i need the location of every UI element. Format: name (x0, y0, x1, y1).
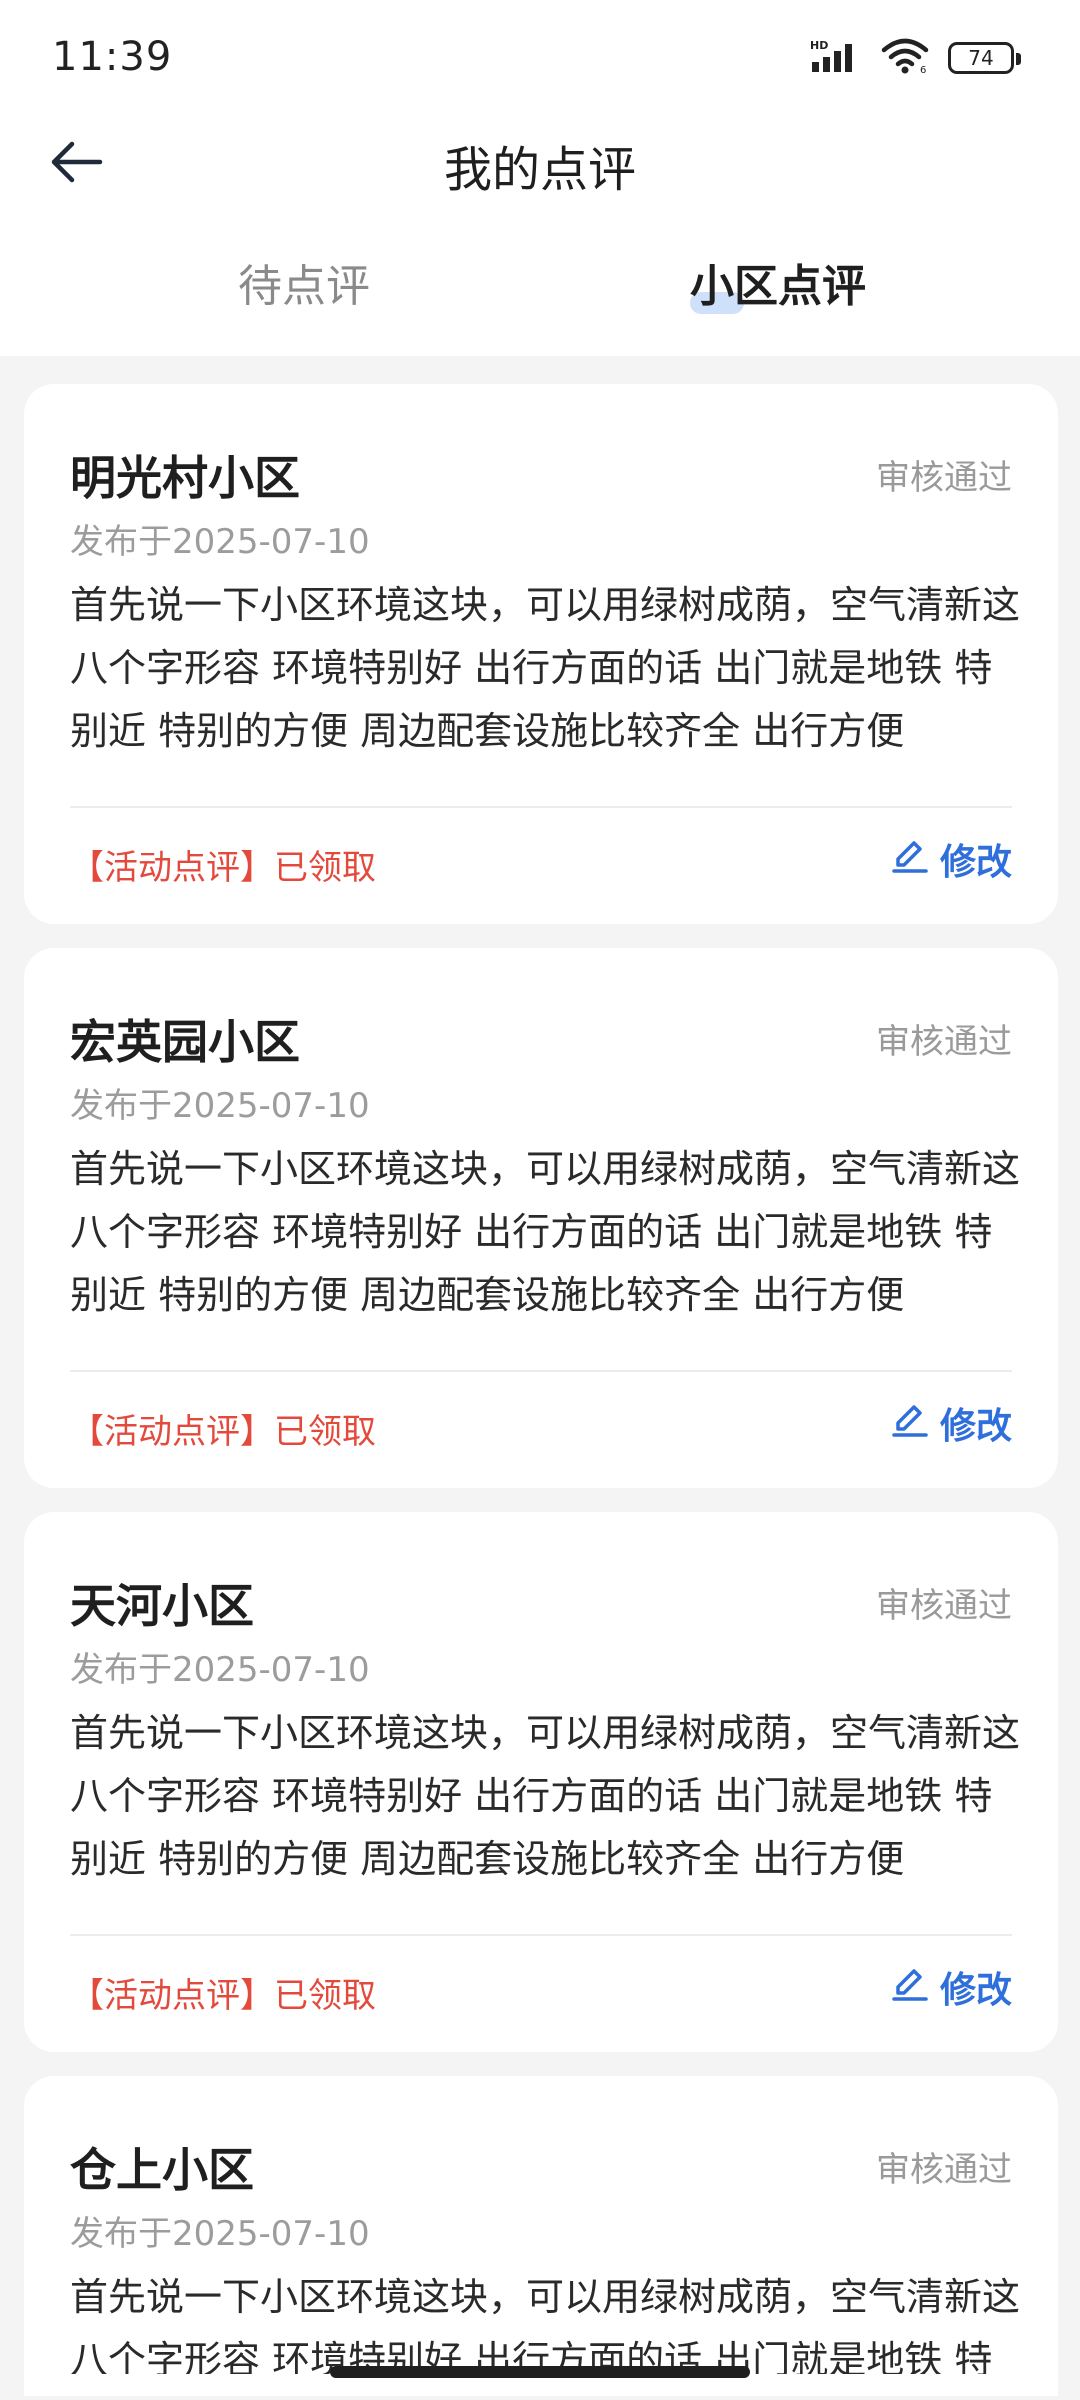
review-status: 审核通过 (876, 458, 1012, 498)
reward-status: 【活动点评】已领取 (70, 848, 376, 888)
app-header-area: 11:39 HD 6 74 我的点评 待点评 小区点评 (0, 0, 1080, 356)
community-name: 明光村小区 (70, 451, 300, 505)
review-text: 首先说一下小区环境这块，可以用绿树成荫，空气清新这八个字形容 环境特别好 出行方… (70, 1147, 1021, 1317)
wifi-icon: 6 (880, 38, 930, 78)
home-indicator[interactable] (330, 2366, 750, 2378)
tab-label: 待点评 (238, 261, 370, 312)
review-status: 审核通过 (876, 1022, 1012, 1062)
svg-text:HD: HD (810, 39, 828, 52)
review-card[interactable]: 明光村小区 审核通过 发布于2025-07-10 首先说一下小区环境这块，可以用… (24, 384, 1058, 924)
review-text: 首先说一下小区环境这块，可以用绿树成荫，空气清新这八个字形容 环境特别好 出行方… (70, 1711, 1021, 1881)
svg-text:6: 6 (920, 65, 926, 74)
community-name: 宏英园小区 (70, 1015, 300, 1069)
reward-status: 【活动点评】已领取 (70, 1412, 376, 1452)
edit-label: 修改 (939, 1406, 1012, 1447)
edit-pencil-icon (890, 835, 930, 884)
tab-community-reviews[interactable]: 小区点评 (628, 250, 928, 330)
hd-signal-icon: HD (810, 38, 862, 78)
tab-bar: 待点评 小区点评 (0, 250, 1080, 330)
battery-icon: 74 (948, 42, 1021, 74)
status-time: 11:39 (52, 34, 173, 80)
edit-label: 修改 (939, 1970, 1012, 2011)
divider (70, 806, 1012, 808)
edit-button[interactable]: 修改 (890, 1398, 1012, 1448)
publish-date: 发布于2025-07-10 (70, 522, 370, 562)
tab-label: 小区点评 (690, 261, 866, 312)
community-name: 天河小区 (70, 1579, 254, 1633)
review-text: 首先说一下小区环境这块，可以用绿树成荫，空气清新这八个字形容 环境特别好 出行方… (70, 583, 1021, 753)
review-card[interactable]: 天河小区 审核通过 发布于2025-07-10 首先说一下小区环境这块，可以用绿… (24, 1512, 1058, 2052)
divider (70, 1370, 1012, 1372)
status-icons: HD 6 74 (810, 38, 1021, 78)
community-name: 仓上小区 (70, 2143, 254, 2197)
edit-label: 修改 (939, 842, 1012, 883)
reward-status: 【活动点评】已领取 (70, 1976, 376, 2016)
review-status: 审核通过 (876, 1586, 1012, 1626)
edit-pencil-icon (890, 1963, 930, 2012)
publish-date: 发布于2025-07-10 (70, 2214, 370, 2254)
review-card[interactable]: 仓上小区 审核通过 发布于2025-07-10 首先说一下小区环境这块，可以用绿… (24, 2076, 1058, 2396)
publish-date: 发布于2025-07-10 (70, 1086, 370, 1126)
edit-button[interactable]: 修改 (890, 1962, 1012, 2012)
review-status: 审核通过 (876, 2150, 1012, 2190)
review-text: 首先说一下小区环境这块，可以用绿树成荫，空气清新这八个字形容 环境特别好 出行方… (70, 2275, 1021, 2374)
page-title: 我的点评 (443, 142, 636, 198)
tab-pending-reviews[interactable]: 待点评 (154, 250, 454, 330)
edit-pencil-icon (890, 1399, 930, 1448)
edit-button[interactable]: 修改 (890, 834, 1012, 884)
divider (70, 1934, 1012, 1936)
status-bar: 11:39 HD 6 74 (0, 0, 1080, 120)
publish-date: 发布于2025-07-10 (70, 1650, 370, 1690)
review-card[interactable]: 宏英园小区 审核通过 发布于2025-07-10 首先说一下小区环境这块，可以用… (24, 948, 1058, 1488)
